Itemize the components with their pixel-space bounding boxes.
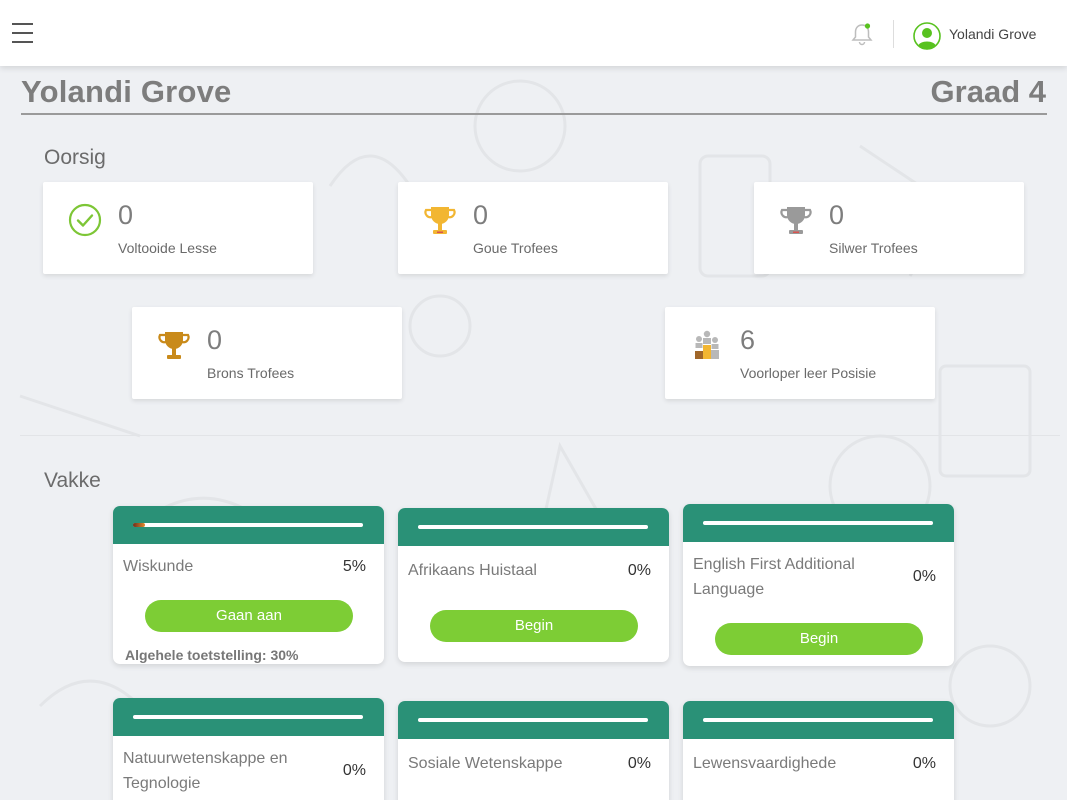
subject-name: Lewensvaardighede — [693, 755, 837, 772]
subject-progress-bar — [418, 525, 648, 529]
begin-button[interactable]: Begin — [715, 623, 923, 655]
subject-name: Sosiale Wetenskappe — [408, 755, 563, 772]
subject-progress-fill — [133, 523, 145, 527]
subject-card-header — [683, 701, 954, 739]
hamburger-icon[interactable] — [12, 23, 33, 43]
gold-trophy-icon — [424, 207, 456, 234]
subject-card-wiskunde: Wiskunde 5% Gaan aan Algehele toetstelli… — [113, 506, 384, 664]
subject-card-sosiale-wetenskappe: Sosiale Wetenskappe 0% — [398, 701, 669, 800]
stat-value: 0 — [118, 200, 134, 230]
stat-label: Voltooide Lesse — [118, 240, 217, 256]
stat-card-bronze-trophies: 0 Brons Trofees — [132, 307, 402, 399]
main-content: Yolandi Grove Graad 4 Oorsig 0 Voltooide… — [0, 66, 1067, 800]
stat-card-completed-lessons: 0 Voltooide Lesse — [43, 182, 313, 274]
subject-card-english-fal: English First Additional Language 0% Beg… — [683, 504, 954, 666]
section-divider — [20, 435, 1060, 436]
overall-assessment-label: Algehele toetstelling: 30% — [125, 647, 299, 663]
subject-percent: 5% — [342, 558, 366, 575]
stat-value: 0 — [473, 200, 489, 230]
bell-icon[interactable] — [850, 22, 874, 48]
subject-percent: 0% — [912, 568, 936, 585]
header-divider — [893, 20, 894, 48]
subject-progress-bar — [133, 715, 363, 719]
subject-name: English First Additional Language — [693, 556, 855, 598]
stat-label: Voorloper leer Posisie — [740, 365, 877, 381]
subject-progress-bar — [703, 718, 933, 722]
stat-value: 6 — [740, 325, 756, 355]
subject-card-header — [398, 508, 669, 546]
subject-card-lewensvaardighede: Lewensvaardighede 0% — [683, 701, 954, 800]
leaderboard-podium-icon — [695, 330, 719, 359]
subject-card-natuurwetenskappe: Natuurwetenskappe en Tegnologie 0% — [113, 698, 384, 800]
top-navigation-bar: Yolandi Grove — [0, 0, 1067, 66]
subject-percent: 0% — [627, 562, 651, 579]
subject-card-afrikaans-huistaal: Afrikaans Huistaal 0% Begin — [398, 508, 669, 662]
subject-progress-bar — [418, 718, 648, 722]
user-avatar-icon[interactable] — [913, 22, 941, 50]
subject-percent: 0% — [627, 755, 651, 772]
stat-card-gold-trophies: 0 Goue Trofees — [398, 182, 668, 274]
overview-heading: Oorsig — [44, 146, 106, 169]
subject-name: Natuurwetenskappe en Tegnologie — [123, 750, 288, 792]
title-divider — [21, 113, 1047, 115]
subject-card-header — [113, 698, 384, 736]
page-title: Yolandi Grove — [21, 74, 232, 109]
stat-value: 0 — [829, 200, 845, 230]
stat-card-leaderboard-position: 6 Voorloper leer Posisie — [665, 307, 935, 399]
continue-button[interactable]: Gaan aan — [145, 600, 353, 632]
stat-value: 0 — [207, 325, 223, 355]
header-user-name[interactable]: Yolandi Grove — [949, 26, 1036, 42]
silver-trophy-icon — [780, 207, 812, 234]
subject-progress-bar — [703, 521, 933, 525]
subject-card-header — [683, 504, 954, 542]
bronze-trophy-icon — [158, 332, 190, 359]
subject-percent: 0% — [912, 755, 936, 772]
stat-label: Silwer Trofees — [829, 240, 918, 256]
subject-card-header — [398, 701, 669, 739]
subject-name: Wiskunde — [123, 558, 194, 575]
subjects-heading: Vakke — [44, 469, 101, 492]
begin-button[interactable]: Begin — [430, 610, 638, 642]
subject-card-header — [113, 506, 384, 544]
subject-percent: 0% — [342, 762, 366, 779]
stat-label: Brons Trofees — [207, 365, 295, 381]
check-circle-icon — [68, 203, 102, 237]
stat-label: Goue Trofees — [473, 240, 558, 256]
subject-name: Afrikaans Huistaal — [408, 562, 537, 579]
subject-progress-bar — [133, 523, 363, 527]
stat-card-silver-trophies: 0 Silwer Trofees — [754, 182, 1024, 274]
grade-label: Graad 4 — [930, 74, 1046, 109]
